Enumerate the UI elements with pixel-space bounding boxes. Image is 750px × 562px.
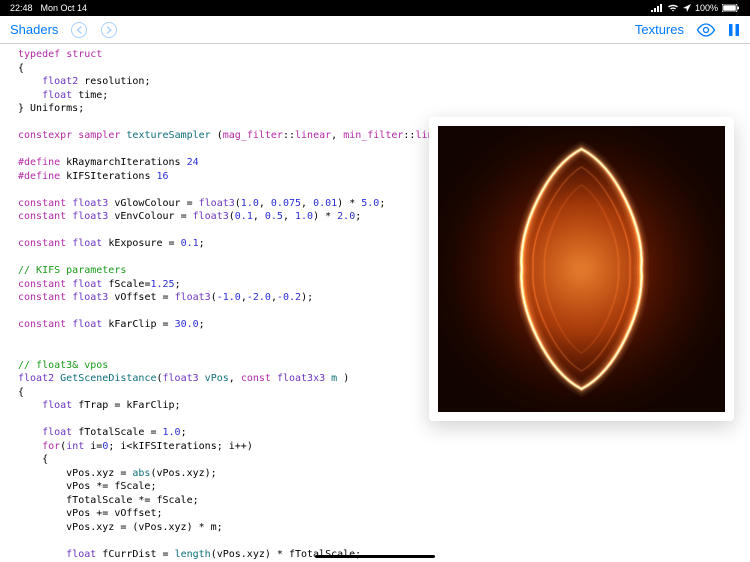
battery-icon: [722, 4, 740, 12]
eye-icon[interactable]: [696, 23, 716, 37]
shader-preview-canvas: [438, 126, 725, 412]
signal-icon: [651, 4, 663, 12]
status-time: 22:48: [10, 3, 33, 13]
preview-panel[interactable]: [429, 117, 734, 421]
pause-icon[interactable]: [728, 23, 740, 37]
redo-icon: [100, 21, 118, 39]
status-date: Mon Oct 14: [41, 3, 88, 13]
shaders-button[interactable]: Shaders: [10, 22, 58, 37]
status-battery: 100%: [695, 3, 718, 13]
wifi-icon: [667, 4, 679, 12]
location-icon: [683, 4, 691, 12]
home-indicator[interactable]: [315, 555, 435, 558]
undo-icon: [70, 21, 88, 39]
status-bar: 22:48 Mon Oct 14 100%: [0, 0, 750, 16]
textures-button[interactable]: Textures: [635, 22, 684, 37]
toolbar: Shaders Textures: [0, 16, 750, 44]
content-area: typedef struct{ float2 resolution; float…: [0, 44, 750, 562]
